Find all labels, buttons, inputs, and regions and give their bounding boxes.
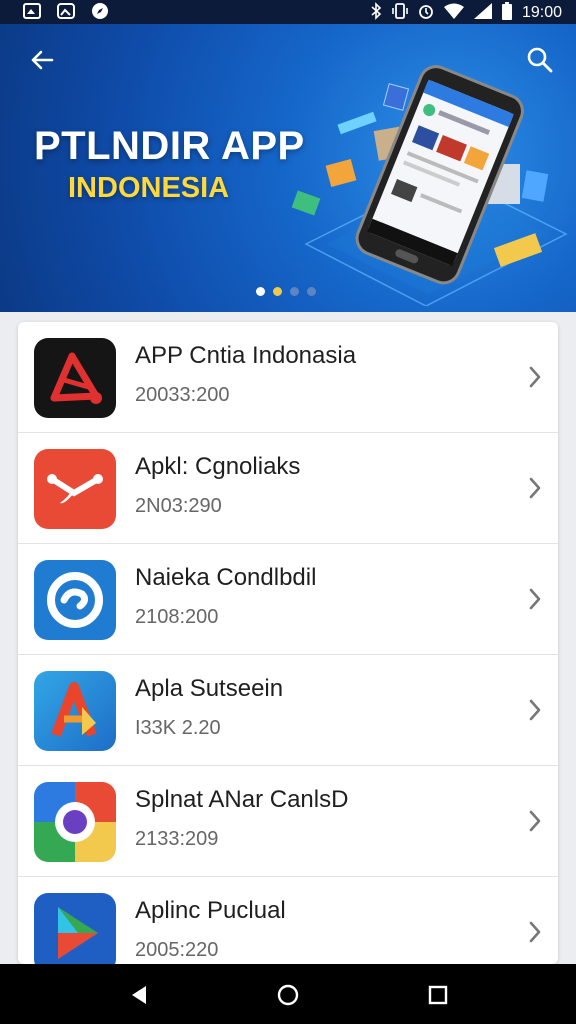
signal-icon [473,3,492,23]
recents-square-icon[interactable] [425,982,451,1008]
red-scissors-app-icon[interactable] [34,449,116,529]
system-navigation-bar [0,964,576,1024]
play-triangle-app-icon[interactable] [34,893,116,964]
app-list-item[interactable]: APP Cntia Indonasia 20033:200 [18,322,558,433]
compass-notification-icon [90,2,110,20]
chevron-right-icon[interactable] [526,364,544,390]
red-triangle-app-icon[interactable] [34,338,116,418]
app-title: Apla Sutseein [135,675,284,702]
chevron-right-icon[interactable] [526,808,544,834]
app-subtitle: 2005:220 [135,939,219,961]
battery-icon [501,2,512,24]
hero-subtitle: INDONESIA [68,172,230,204]
app-title: Aplinc Puclual [135,897,286,924]
photo-notification-icon [56,2,76,20]
app-title: APP Cntia Indonasia [135,342,357,369]
chevron-right-icon[interactable] [526,697,544,723]
vibrate-icon [392,2,408,24]
chevron-right-icon[interactable] [526,475,544,501]
app-list-item[interactable]: Apla Sutseein I33K 2.20 [18,655,558,766]
carousel-dot[interactable] [273,287,282,296]
app-list-item[interactable]: Apkl: Cgnoliaks 2N03:290 [18,433,558,544]
app-subtitle: I33K 2.20 [135,717,221,739]
phone-illustration [291,65,568,306]
chevron-right-icon[interactable] [526,586,544,612]
carousel-dot[interactable] [290,287,299,296]
status-bar: 19:00 [0,0,576,24]
wifi-icon [443,3,464,23]
carousel-dot[interactable] [307,287,316,296]
home-circle-icon[interactable] [275,982,301,1008]
status-time: 19:00 [521,4,562,21]
app-subtitle: 2N03:290 [135,495,222,517]
app-title: Splnat ANar CanlsD [135,786,349,813]
app-subtitle: 2133:209 [135,828,219,850]
carousel-dot[interactable] [256,287,265,296]
hero-title: PTLNDIR APP [34,124,305,168]
app-title: Naieka Condlbdil [135,564,317,591]
app-subtitle: 20033:200 [135,384,230,406]
blue-a-logo-app-icon[interactable] [34,671,116,751]
image-notification-icon [22,2,42,20]
app-title: Apkl: Cgnoliaks [135,453,301,480]
app-list-item[interactable]: Naieka Condlbdil 2108:200 [18,544,558,655]
back-arrow-icon[interactable] [28,46,56,74]
chevron-right-icon[interactable] [526,919,544,945]
app-subtitle: 2108:200 [135,606,219,628]
carousel-indicator[interactable] [256,287,316,296]
bluetooth-icon [370,2,382,24]
blue-swirl-app-icon[interactable] [34,560,116,640]
back-triangle-icon[interactable] [126,982,152,1008]
hero-banner[interactable]: PTLNDIR APP INDONESIA [0,24,576,312]
app-list: APP Cntia Indonasia 20033:200 Apkl: Cgno… [18,322,558,964]
alarm-icon [418,2,434,24]
multicolor-ring-app-icon[interactable] [34,782,116,862]
app-list-item[interactable]: Splnat ANar CanlsD 2133:209 [18,766,558,877]
app-list-item[interactable]: Aplinc Puclual 2005:220 [18,877,558,964]
